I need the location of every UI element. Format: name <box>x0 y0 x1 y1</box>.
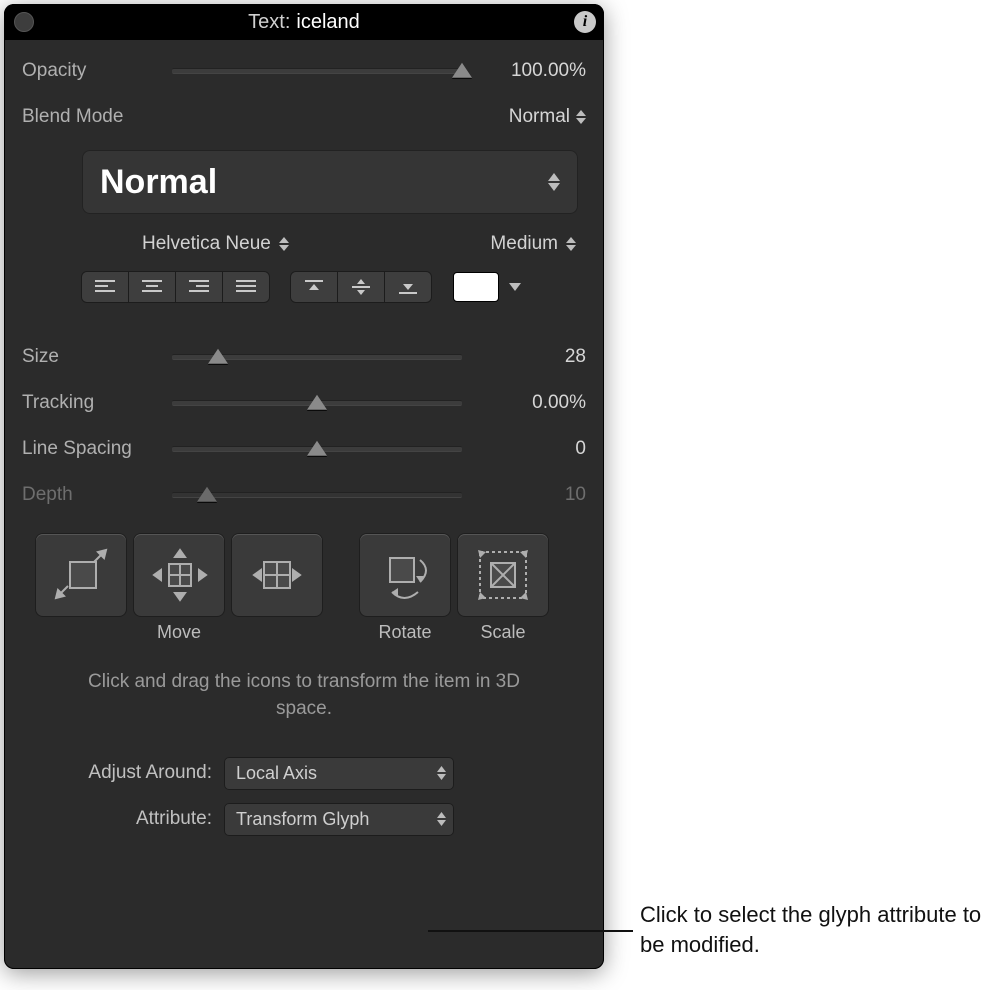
font-family-value: Helvetica Neue <box>142 233 271 255</box>
valign-bottom-button[interactable] <box>385 272 431 302</box>
stepper-icon <box>279 237 289 251</box>
transform-hint: Click and drag the icons to transform th… <box>22 651 586 732</box>
horizontal-align-group <box>82 272 269 302</box>
blend-mode-select[interactable]: Normal <box>509 106 570 128</box>
rotate-label: Rotate <box>378 622 431 643</box>
blend-mode-row: Blend Mode Normal <box>22 94 586 140</box>
align-left-button[interactable] <box>82 272 129 302</box>
font-weight-select[interactable]: Medium <box>490 233 576 255</box>
callout-leader <box>428 930 633 932</box>
blend-mode-label: Blend Mode <box>22 106 172 128</box>
opacity-label: Opacity <box>22 60 172 82</box>
adjust-around-row: Adjust Around: Local Axis <box>36 750 572 796</box>
tracking-label: Tracking <box>22 392 172 414</box>
adjust-around-value: Local Axis <box>236 763 317 784</box>
font-row: Helvetica Neue Medium <box>22 224 586 264</box>
font-family-select[interactable]: Helvetica Neue <box>142 233 289 255</box>
text-style-select[interactable]: Normal <box>82 150 578 214</box>
opacity-slider[interactable] <box>172 59 462 83</box>
line-spacing-value[interactable]: 0 <box>476 438 586 460</box>
attribute-select[interactable]: Transform Glyph <box>224 803 454 836</box>
callout-text: Click to select the glyph attribute to b… <box>640 900 990 959</box>
depth-slider <box>172 483 462 507</box>
align-justify-button[interactable] <box>223 272 269 302</box>
scale-label: Scale <box>480 622 525 643</box>
font-weight-value: Medium <box>490 233 558 255</box>
scale-tool[interactable] <box>458 534 548 616</box>
stepper-icon <box>548 173 560 191</box>
valign-middle-button[interactable] <box>338 272 385 302</box>
rotate-tool[interactable] <box>360 534 450 616</box>
adjust-around-label: Adjust Around: <box>36 762 212 784</box>
attribute-row: Attribute: Transform Glyph <box>36 796 572 842</box>
stepper-icon <box>437 766 446 780</box>
depth-row: Depth 10 <box>22 472 586 518</box>
line-spacing-row: Line Spacing 0 <box>22 426 586 472</box>
stepper-icon[interactable] <box>576 110 586 124</box>
alignment-row <box>22 264 586 310</box>
move-xy-tool[interactable] <box>36 534 126 616</box>
size-value[interactable]: 28 <box>476 346 586 368</box>
title-layer-name: iceland <box>296 11 359 34</box>
move-xyz-tool[interactable] <box>134 534 224 616</box>
tracking-value[interactable]: 0.00% <box>476 392 586 414</box>
move-z-tool[interactable] <box>232 534 322 616</box>
attribute-value: Transform Glyph <box>236 809 369 830</box>
depth-label: Depth <box>22 484 172 506</box>
opacity-row: Opacity 100.00% <box>22 48 586 94</box>
text-color-swatch[interactable] <box>453 272 499 302</box>
info-icon[interactable]: i <box>574 11 596 33</box>
tracking-slider[interactable] <box>172 391 462 415</box>
align-center-button[interactable] <box>129 272 176 302</box>
stepper-icon <box>566 237 576 251</box>
color-popup-chevron-icon[interactable] <box>509 283 521 291</box>
tracking-row: Tracking 0.00% <box>22 380 586 426</box>
transform-tools: Move <box>22 518 586 651</box>
size-label: Size <box>22 346 172 368</box>
valign-top-button[interactable] <box>291 272 338 302</box>
size-slider[interactable] <box>172 345 462 369</box>
adjust-around-select[interactable]: Local Axis <box>224 757 454 790</box>
text-hud-panel: Text: iceland i Opacity 100.00% Blend Mo… <box>4 4 604 969</box>
text-style-value: Normal <box>100 163 217 202</box>
align-right-button[interactable] <box>176 272 223 302</box>
move-group-label: Move <box>157 622 201 643</box>
close-window-button[interactable] <box>14 12 34 32</box>
attribute-label: Attribute: <box>36 808 212 830</box>
line-spacing-label: Line Spacing <box>22 438 172 460</box>
vertical-align-group <box>291 272 431 302</box>
titlebar: Text: iceland i <box>4 4 604 40</box>
size-row: Size 28 <box>22 334 586 380</box>
line-spacing-slider[interactable] <box>172 437 462 461</box>
depth-value: 10 <box>476 484 586 506</box>
stepper-icon <box>437 812 446 826</box>
title-prefix: Text: <box>248 11 290 34</box>
opacity-value[interactable]: 100.00% <box>476 60 586 82</box>
